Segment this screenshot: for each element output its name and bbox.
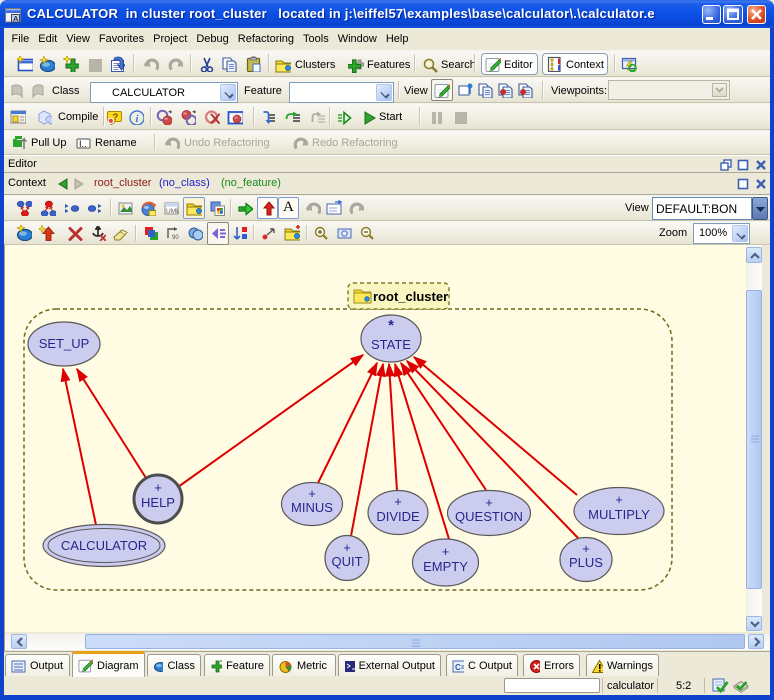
svg-text:+: + — [442, 544, 450, 559]
svg-text:C=: C= — [455, 663, 464, 672]
svg-text:DIVIDE: DIVIDE — [376, 509, 420, 524]
svg-text:root_cluster: root_cluster — [373, 289, 448, 304]
svg-text:QUIT: QUIT — [331, 554, 362, 569]
svg-text:PLUS: PLUS — [569, 555, 603, 570]
svg-text:+: + — [343, 540, 351, 555]
svg-text:A: A — [13, 14, 19, 23]
svg-text:MINUS: MINUS — [291, 500, 333, 515]
svg-text:QUESTION: QUESTION — [455, 509, 523, 524]
svg-text:CALCULATOR: CALCULATOR — [61, 538, 147, 553]
svg-text:EMPTY: EMPTY — [423, 559, 468, 574]
svg-text:+: + — [308, 486, 316, 501]
svg-text:+: + — [485, 495, 493, 510]
svg-text:SET_UP: SET_UP — [39, 336, 90, 351]
svg-text:+: + — [582, 541, 590, 556]
svg-text:STATE: STATE — [371, 337, 411, 352]
svg-text:MULTIPLY: MULTIPLY — [588, 507, 650, 522]
svg-text:+: + — [615, 492, 623, 507]
svg-text:90: 90 — [172, 235, 179, 241]
svg-text:*: * — [388, 317, 394, 334]
svg-text:+: + — [394, 494, 402, 509]
svg-text:+: + — [154, 480, 162, 495]
svg-text:HELP: HELP — [141, 495, 175, 510]
svg-text:UML: UML — [166, 208, 179, 215]
